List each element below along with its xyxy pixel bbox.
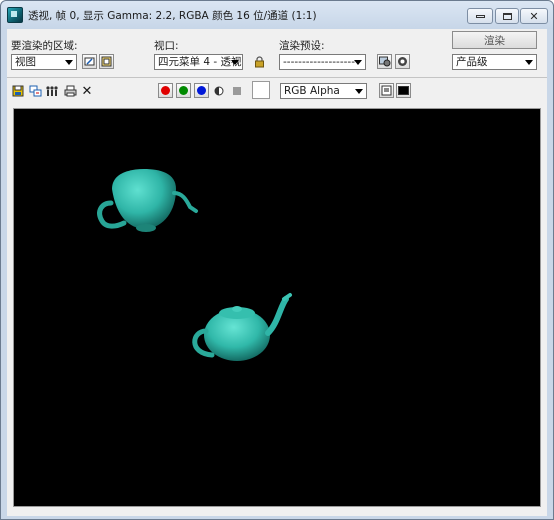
area-to-render-label: 要渲染的区域:: [11, 40, 78, 52]
chevron-down-icon: [355, 89, 363, 94]
maximize-icon: [502, 12, 512, 20]
edit-region-button[interactable]: [82, 54, 97, 69]
minimize-button[interactable]: [467, 8, 493, 24]
print-multiple-button[interactable]: [45, 84, 59, 98]
red-channel-button[interactable]: [158, 83, 173, 98]
green-channel-icon: [179, 86, 188, 95]
alpha-half-circle-icon: [214, 86, 224, 96]
clear-button[interactable]: ✕: [80, 83, 94, 99]
display-channel-value: RGB Alpha: [284, 85, 340, 97]
lock-icon: [255, 55, 264, 67]
clone-frame-button[interactable]: [28, 84, 42, 98]
display-channel-select[interactable]: RGB Alpha: [280, 83, 367, 99]
chevron-down-icon: [354, 60, 362, 65]
teapot-upright: [192, 293, 292, 361]
monochrome-square-icon: [233, 87, 241, 95]
render-preset-select[interactable]: -------------------: [279, 54, 366, 70]
gear-icon: [398, 57, 407, 66]
close-button[interactable]: ✕: [520, 8, 548, 24]
window-title: 透视, 帧 0, 显示 Gamma: 2.2, RGBA 颜色 16 位/通道 …: [28, 10, 317, 22]
teapot-render-icon: [378, 56, 390, 67]
clone-window-icon: [29, 85, 41, 97]
render-viewport[interactable]: [13, 108, 541, 507]
minimize-icon: [475, 14, 485, 18]
rendered-scene: [97, 169, 292, 361]
printer-icon: [64, 85, 76, 97]
viewport-label: 视口:: [154, 40, 179, 52]
lock-viewport-button[interactable]: [252, 54, 267, 69]
chevron-down-icon: [231, 60, 239, 65]
save-image-button[interactable]: [11, 84, 25, 98]
close-icon: ✕: [529, 9, 539, 23]
teapot-upside-down: [97, 169, 198, 232]
panel-toggle-icon: [381, 85, 392, 96]
alpha-channel-button[interactable]: [212, 84, 226, 98]
chevron-down-icon: [525, 60, 533, 65]
render-quality-select[interactable]: 产品级: [452, 54, 537, 70]
environment-button[interactable]: [377, 54, 392, 69]
blue-channel-icon: [197, 86, 206, 95]
viewport-select[interactable]: 四元菜单 4 - 透视: [154, 54, 243, 70]
rendered-frame-window: 透视, 帧 0, 显示 Gamma: 2.2, RGBA 颜色 16 位/通道 …: [0, 0, 554, 520]
render-quality-value: 产品级: [456, 56, 488, 68]
toggle-toolbar-button[interactable]: [379, 83, 394, 98]
save-icon: [12, 85, 24, 97]
clear-color-swatch[interactable]: [252, 81, 270, 99]
monochrome-button[interactable]: [230, 84, 244, 98]
figures-icon: [46, 86, 58, 96]
render-button[interactable]: 渲染: [452, 31, 537, 49]
print-button[interactable]: [63, 84, 77, 98]
green-channel-button[interactable]: [176, 83, 191, 98]
title-bar[interactable]: 透视, 帧 0, 显示 Gamma: 2.2, RGBA 颜色 16 位/通道 …: [1, 1, 553, 29]
render-preset-value: -------------------: [283, 56, 355, 68]
app-icon: [7, 7, 23, 23]
viewport-value: 四元菜单 4 - 透视: [158, 56, 242, 68]
render-canvas: [16, 111, 538, 504]
edit-region-icon: [84, 57, 95, 66]
red-channel-icon: [161, 86, 170, 95]
blue-channel-button[interactable]: [194, 83, 209, 98]
chevron-down-icon: [65, 60, 73, 65]
area-to-render-value: 视图: [15, 56, 36, 68]
render-setup-button[interactable]: [395, 54, 410, 69]
render-preset-label: 渲染预设:: [279, 40, 325, 52]
toolbar-divider: [7, 77, 547, 78]
auto-region-icon: [101, 56, 112, 67]
black-screen-icon: [398, 86, 409, 95]
background-display-button[interactable]: [396, 83, 411, 98]
maximize-button[interactable]: [495, 8, 519, 24]
close-icon: ✕: [81, 83, 93, 99]
auto-region-button[interactable]: [99, 54, 114, 69]
render-panel: 要渲染的区域: 视口: 渲染预设: 渲染 视图 四元菜单 4 - 透视 ----…: [7, 29, 547, 516]
area-to-render-select[interactable]: 视图: [11, 54, 77, 70]
